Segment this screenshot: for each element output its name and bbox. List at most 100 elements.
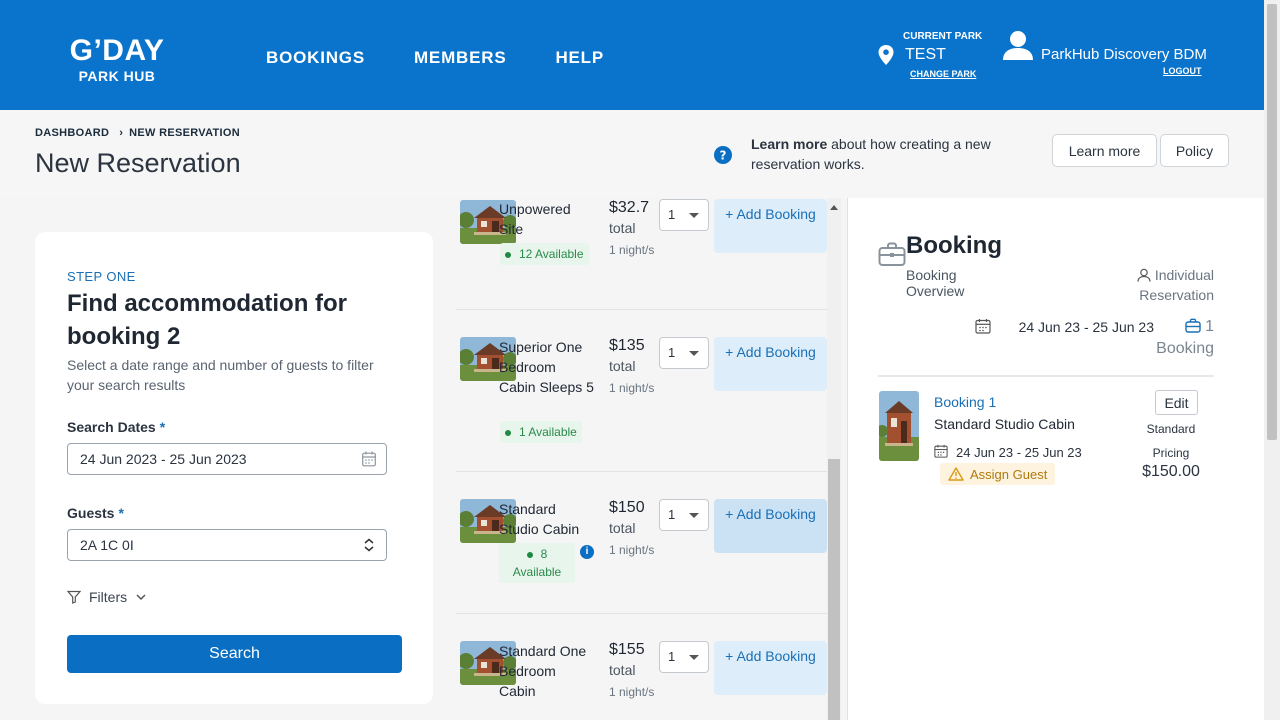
breadcrumb-dashboard[interactable]: DASHBOARD bbox=[35, 127, 109, 139]
booking-item-label[interactable]: Booking 1 bbox=[934, 394, 996, 410]
booking-panel: Booking Booking Overview Individual Rese… bbox=[847, 198, 1264, 720]
quantity-select[interactable]: 1 bbox=[659, 199, 709, 231]
result-total-label: total bbox=[609, 662, 636, 678]
location-pin-icon bbox=[878, 45, 894, 65]
result-total-label: total bbox=[609, 220, 636, 236]
quantity-value: 1 bbox=[668, 649, 676, 664]
filters-label: Filters bbox=[89, 589, 128, 605]
nav-help[interactable]: HELP bbox=[555, 48, 604, 68]
current-park-name: TEST bbox=[905, 46, 946, 63]
quantity-value: 1 bbox=[668, 207, 676, 222]
question-icon: ? bbox=[714, 146, 732, 164]
assign-guest-button[interactable]: Assign Guest bbox=[940, 463, 1056, 485]
availability-text: 1 Available bbox=[519, 425, 577, 439]
quantity-select[interactable]: 1 bbox=[659, 499, 709, 531]
edit-button[interactable]: Edit bbox=[1155, 390, 1198, 415]
cabin-thumbnail bbox=[879, 391, 919, 461]
results-scrollbar[interactable] bbox=[827, 198, 841, 720]
result-total-label: total bbox=[609, 520, 636, 536]
guests-label-text: Guests bbox=[67, 505, 115, 521]
change-park-link[interactable]: CHANGE PARK bbox=[910, 69, 976, 79]
search-title: Find accommodation for booking 2 bbox=[67, 290, 348, 350]
booking-title: Booking bbox=[906, 232, 1002, 259]
add-booking-button[interactable]: + Add Booking bbox=[714, 641, 827, 695]
search-card: STEP ONE Find accommodation for booking … bbox=[35, 232, 433, 704]
search-subtitle: Select a date range and number of guests… bbox=[67, 357, 374, 393]
result-name: Standard Studio Cabin bbox=[499, 501, 580, 537]
booking-item-dates: 24 Jun 23 - 25 Jun 23 bbox=[956, 445, 1082, 460]
availability-badge: 8 Available bbox=[499, 543, 575, 583]
learn-more-bold: Learn more bbox=[751, 136, 828, 152]
result-nights: 1 night/s bbox=[609, 243, 655, 257]
result-price: $32.7 bbox=[609, 199, 650, 216]
quantity-value: 1 bbox=[668, 345, 676, 360]
availability-text: 12 Available bbox=[519, 247, 584, 261]
info-icon[interactable]: i bbox=[580, 545, 594, 559]
add-booking-button[interactable]: + Add Booking bbox=[714, 199, 827, 253]
updown-chevron-icon bbox=[364, 538, 374, 552]
result-price: $155 bbox=[609, 641, 645, 658]
scroll-up-arrow[interactable] bbox=[830, 205, 838, 210]
nav-members[interactable]: MEMBERS bbox=[414, 48, 507, 68]
availability-badge: 1 Available bbox=[500, 421, 582, 443]
result-nights: 1 night/s bbox=[609, 543, 655, 557]
logo[interactable]: G’DAY PARK HUB bbox=[60, 36, 174, 85]
result-name: Superior One Bedroom Cabin Sleeps 5 bbox=[499, 339, 594, 395]
search-dates-label: Search Dates * bbox=[67, 419, 165, 435]
search-button[interactable]: Search bbox=[67, 635, 402, 673]
add-booking-button[interactable]: + Add Booking bbox=[714, 499, 827, 553]
quantity-select[interactable]: 1 bbox=[659, 641, 709, 673]
guests-value: 2A 1C 0I bbox=[80, 537, 134, 553]
date-range-value: 24 Jun 2023 - 25 Jun 2023 bbox=[80, 451, 247, 467]
breadcrumb-current: NEW RESERVATION bbox=[129, 127, 241, 139]
calendar-icon bbox=[362, 451, 376, 467]
chevron-down-icon bbox=[136, 594, 146, 601]
learn-more-button[interactable]: Learn more bbox=[1052, 134, 1157, 167]
logo-line2: PARK HUB bbox=[78, 68, 156, 84]
add-booking-button[interactable]: + Add Booking bbox=[714, 337, 827, 391]
warning-icon bbox=[948, 467, 964, 481]
guests-select[interactable]: 2A 1C 0I bbox=[67, 529, 387, 561]
learn-more-text: Learn more about how creating a new rese… bbox=[751, 134, 1036, 174]
svg-text:?: ? bbox=[720, 149, 727, 163]
person-icon bbox=[1137, 268, 1151, 282]
result-name: Standard One Bedroom Cabin bbox=[499, 643, 587, 699]
list-item: Standard Studio Cabin 8 Available i $150… bbox=[456, 472, 827, 614]
briefcase-small-icon bbox=[1185, 318, 1201, 333]
result-total-label: total bbox=[609, 358, 636, 374]
briefcase-icon bbox=[878, 242, 906, 266]
user-icon bbox=[1003, 31, 1033, 60]
calendar-icon bbox=[975, 319, 991, 334]
logout-link[interactable]: LOGOUT bbox=[1163, 66, 1202, 76]
assign-guest-text: Assign Guest bbox=[970, 466, 1048, 482]
result-price: $135 bbox=[609, 337, 645, 354]
quantity-select[interactable]: 1 bbox=[659, 337, 709, 369]
list-item: Superior One Bedroom Cabin Sleeps 5 1 Av… bbox=[456, 310, 827, 472]
list-item: Unpowered Site 12 Available $32.7 total … bbox=[456, 198, 827, 310]
nav-bookings[interactable]: BOOKINGS bbox=[266, 48, 365, 68]
divider bbox=[878, 375, 1214, 377]
page-scrollbar[interactable] bbox=[1264, 0, 1280, 720]
filter-icon bbox=[67, 590, 81, 604]
availability-badge: 12 Available bbox=[500, 243, 589, 265]
filters-toggle[interactable]: Filters bbox=[67, 589, 147, 605]
result-price: $150 bbox=[609, 499, 645, 516]
booking-dates: 24 Jun 23 - 25 Jun 23 bbox=[1018, 319, 1154, 335]
pricing-type: Standard Pricing bbox=[1146, 422, 1196, 460]
breadcrumb: DASHBOARD › NEW RESERVATION bbox=[35, 127, 240, 139]
main-nav: BOOKINGS MEMBERS HELP bbox=[266, 48, 604, 68]
required-mark: * bbox=[118, 505, 124, 521]
reservation-type: Individual Reservation bbox=[1128, 265, 1214, 305]
result-nights: 1 night/s bbox=[609, 685, 655, 699]
scroll-thumb[interactable] bbox=[828, 459, 840, 720]
booking-item-cabin: Standard Studio Cabin bbox=[934, 416, 1075, 432]
current-park-label: CURRENT PARK bbox=[903, 31, 983, 42]
booking-amount: $150.00 bbox=[1142, 463, 1200, 480]
result-nights: 1 night/s bbox=[609, 381, 655, 395]
required-mark: * bbox=[159, 419, 166, 435]
breadcrumb-separator: › bbox=[119, 127, 124, 139]
policy-button[interactable]: Policy bbox=[1160, 134, 1229, 167]
quantity-value: 1 bbox=[668, 507, 676, 522]
date-range-input[interactable]: 24 Jun 2023 - 25 Jun 2023 bbox=[67, 443, 387, 475]
top-bar: G’DAY PARK HUB BOOKINGS MEMBERS HELP CUR… bbox=[0, 0, 1264, 110]
